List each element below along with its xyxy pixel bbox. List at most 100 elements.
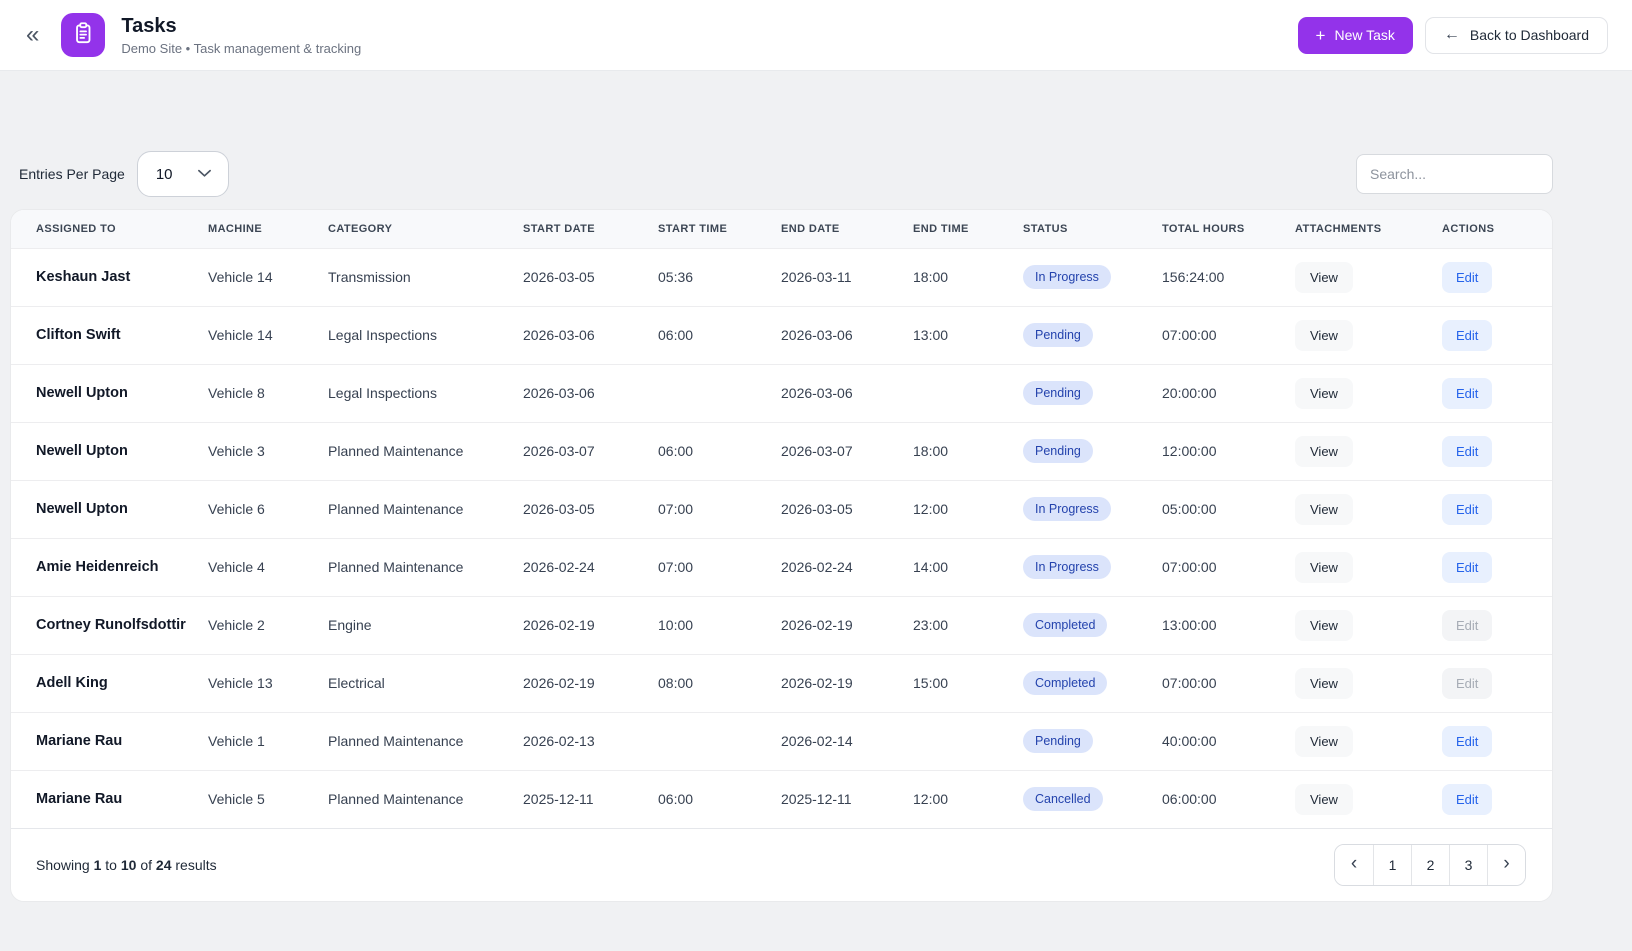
cell-end-date: 2026-03-06 <box>781 364 913 422</box>
status-badge: Completed <box>1023 613 1107 637</box>
cell-start-date: 2026-02-19 <box>523 654 658 712</box>
status-badge: In Progress <box>1023 265 1111 289</box>
cell-total-hours: 12:00:00 <box>1162 422 1295 480</box>
prev-page-button[interactable]: ‹ <box>1335 845 1373 885</box>
cell-total-hours: 07:00:00 <box>1162 538 1295 596</box>
table-controls: Entries Per Page 10 <box>10 151 1553 197</box>
col-assigned-to: Assigned To <box>11 210 208 248</box>
cell-category: Transmission <box>328 248 523 306</box>
cell-start-date: 2026-03-06 <box>523 306 658 364</box>
chevron-right-icon: › <box>1503 853 1509 877</box>
entries-per-page-select[interactable]: 10 <box>137 151 229 197</box>
next-page-button[interactable]: › <box>1487 845 1525 885</box>
edit-task-button[interactable]: Edit <box>1442 726 1492 757</box>
cell-category: Planned Maintenance <box>328 712 523 770</box>
cell-end-date: 2025-12-11 <box>781 770 913 828</box>
back-to-dashboard-button[interactable]: ← Back to Dashboard <box>1425 17 1608 54</box>
cell-assigned-to: Mariane Rau <box>11 770 208 828</box>
view-attachments-button[interactable]: View <box>1295 552 1353 583</box>
cell-category: Planned Maintenance <box>328 770 523 828</box>
col-machine: Machine <box>208 210 328 248</box>
collapse-sidebar-icon[interactable]: « <box>26 23 39 47</box>
page-2-button[interactable]: 2 <box>1411 845 1449 885</box>
col-attachments: Attachments <box>1295 210 1442 248</box>
cell-start-time <box>658 364 781 422</box>
view-attachments-button[interactable]: View <box>1295 262 1353 293</box>
cell-category: Legal Inspections <box>328 306 523 364</box>
col-actions: Actions <box>1442 210 1553 248</box>
cell-end-time: 18:00 <box>913 248 1023 306</box>
edit-task-button[interactable]: Edit <box>1442 494 1492 525</box>
col-status: Status <box>1023 210 1162 248</box>
top-bar: « Tasks Demo Site • Task management & tr… <box>0 0 1632 71</box>
cell-category: Planned Maintenance <box>328 538 523 596</box>
table-row: Newell Upton Vehicle 6 Planned Maintenan… <box>11 480 1553 538</box>
table-row: Keshaun Jast Vehicle 14 Transmission 202… <box>11 248 1553 306</box>
cell-total-hours: 156:24:00 <box>1162 248 1295 306</box>
cell-machine: Vehicle 13 <box>208 654 328 712</box>
view-attachments-button[interactable]: View <box>1295 436 1353 467</box>
cell-end-date: 2026-03-06 <box>781 306 913 364</box>
cell-end-time <box>913 712 1023 770</box>
edit-task-button: Edit <box>1442 668 1492 699</box>
cell-machine: Vehicle 14 <box>208 306 328 364</box>
clipboard-list-icon <box>70 20 96 51</box>
cell-start-date: 2025-12-11 <box>523 770 658 828</box>
status-badge: Completed <box>1023 671 1107 695</box>
table-body: Keshaun Jast Vehicle 14 Transmission 202… <box>11 248 1553 828</box>
cell-category: Engine <box>328 596 523 654</box>
cell-machine: Vehicle 5 <box>208 770 328 828</box>
table-row: Cortney Runolfsdottir Vehicle 2 Engine 2… <box>11 596 1553 654</box>
edit-task-button[interactable]: Edit <box>1442 436 1492 467</box>
cell-total-hours: 07:00:00 <box>1162 306 1295 364</box>
cell-start-time: 10:00 <box>658 596 781 654</box>
cell-end-date: 2026-02-19 <box>781 654 913 712</box>
tasks-app-icon <box>61 13 105 57</box>
table-row: Newell Upton Vehicle 3 Planned Maintenan… <box>11 422 1553 480</box>
page-subtitle: Demo Site • Task management & tracking <box>121 41 361 56</box>
cell-end-time <box>913 364 1023 422</box>
cell-start-time: 06:00 <box>658 770 781 828</box>
entries-per-page-label: Entries Per Page <box>19 166 125 182</box>
cell-total-hours: 13:00:00 <box>1162 596 1295 654</box>
col-start-time: Start Time <box>658 210 781 248</box>
cell-machine: Vehicle 4 <box>208 538 328 596</box>
cell-machine: Vehicle 2 <box>208 596 328 654</box>
edit-task-button[interactable]: Edit <box>1442 784 1492 815</box>
new-task-button[interactable]: + New Task <box>1298 17 1413 54</box>
edit-task-button[interactable]: Edit <box>1442 378 1492 409</box>
cell-assigned-to: Newell Upton <box>11 422 208 480</box>
view-attachments-button[interactable]: View <box>1295 378 1353 409</box>
chevron-left-icon: ‹ <box>1351 853 1357 877</box>
page-3-button[interactable]: 3 <box>1449 845 1487 885</box>
page-1-button[interactable]: 1 <box>1373 845 1411 885</box>
cell-category: Electrical <box>328 654 523 712</box>
cell-end-date: 2026-03-05 <box>781 480 913 538</box>
edit-task-button[interactable]: Edit <box>1442 262 1492 293</box>
cell-end-time: 14:00 <box>913 538 1023 596</box>
cell-total-hours: 07:00:00 <box>1162 654 1295 712</box>
status-badge: Pending <box>1023 381 1093 405</box>
view-attachments-button[interactable]: View <box>1295 320 1353 351</box>
edit-task-button[interactable]: Edit <box>1442 320 1492 351</box>
status-badge: In Progress <box>1023 555 1111 579</box>
edit-task-button[interactable]: Edit <box>1442 552 1492 583</box>
table-row: Clifton Swift Vehicle 14 Legal Inspectio… <box>11 306 1553 364</box>
view-attachments-button[interactable]: View <box>1295 610 1353 641</box>
col-end-date: End Date <box>781 210 913 248</box>
cell-start-date: 2026-03-06 <box>523 364 658 422</box>
cell-machine: Vehicle 1 <box>208 712 328 770</box>
top-actions: + New Task ← Back to Dashboard <box>1298 17 1608 54</box>
page-title: Tasks <box>121 14 361 38</box>
cell-category: Planned Maintenance <box>328 422 523 480</box>
table-row: Mariane Rau Vehicle 1 Planned Maintenanc… <box>11 712 1553 770</box>
col-category: Category <box>328 210 523 248</box>
view-attachments-button[interactable]: View <box>1295 784 1353 815</box>
cell-start-time <box>658 712 781 770</box>
search-input[interactable] <box>1356 154 1553 194</box>
view-attachments-button[interactable]: View <box>1295 494 1353 525</box>
view-attachments-button[interactable]: View <box>1295 726 1353 757</box>
view-attachments-button[interactable]: View <box>1295 668 1353 699</box>
cell-category: Legal Inspections <box>328 364 523 422</box>
cell-machine: Vehicle 6 <box>208 480 328 538</box>
